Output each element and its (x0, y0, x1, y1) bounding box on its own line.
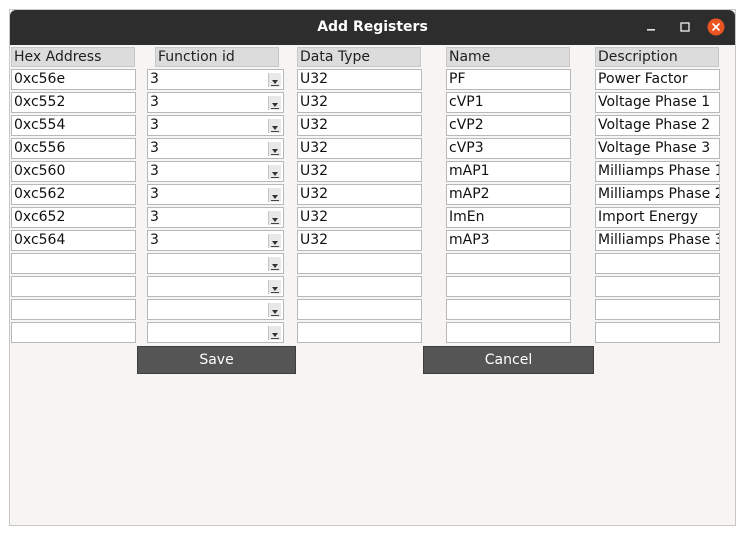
chevron-down-icon[interactable] (268, 234, 281, 248)
chevron-down-icon[interactable] (268, 303, 281, 317)
add-registers-window: Add Registers Hex Address Function id Da… (9, 9, 736, 526)
header-function-id: Function id (155, 47, 279, 67)
name-field[interactable]: mAP3 (446, 230, 571, 251)
data-type-field[interactable]: U32 (297, 230, 422, 251)
hex-address-field[interactable] (11, 299, 136, 320)
function-id-value: 3 (150, 71, 159, 87)
name-field[interactable]: PF (446, 69, 571, 90)
function-id-select[interactable]: 3 (147, 161, 284, 182)
chevron-down-icon[interactable] (268, 326, 281, 340)
data-type-field[interactable]: U32 (297, 69, 422, 90)
chevron-down-icon[interactable] (268, 188, 281, 202)
description-field[interactable]: Voltage Phase 3 (595, 138, 720, 159)
function-id-value: 3 (150, 232, 159, 248)
chevron-down-icon[interactable] (268, 165, 281, 179)
hex-address-field[interactable] (11, 253, 136, 274)
data-type-field[interactable]: U32 (297, 207, 422, 228)
description-field[interactable] (595, 276, 720, 297)
function-id-value: 3 (150, 209, 159, 225)
hex-address-field[interactable]: 0xc552 (11, 92, 136, 113)
data-type-field[interactable]: U32 (297, 115, 422, 136)
name-field[interactable] (446, 276, 571, 297)
chevron-down-icon[interactable] (268, 142, 281, 156)
name-field[interactable]: ImEn (446, 207, 571, 228)
hex-address-field[interactable] (11, 276, 136, 297)
description-field[interactable] (595, 322, 720, 343)
chevron-down-icon[interactable] (268, 211, 281, 225)
description-field[interactable] (595, 253, 720, 274)
data-type-field[interactable] (297, 276, 422, 297)
header-name: Name (446, 47, 570, 67)
function-id-value: 3 (150, 94, 159, 110)
data-type-field[interactable]: U32 (297, 184, 422, 205)
name-field[interactable]: mAP1 (446, 161, 571, 182)
function-id-select[interactable]: 3 (147, 69, 284, 90)
title-bar[interactable]: Add Registers (10, 10, 735, 45)
name-field[interactable] (446, 253, 571, 274)
name-field[interactable] (446, 322, 571, 343)
function-id-select[interactable]: 3 (147, 138, 284, 159)
function-id-value: 3 (150, 186, 159, 202)
hex-address-field[interactable]: 0xc56e (11, 69, 136, 90)
chevron-down-icon[interactable] (268, 96, 281, 110)
chevron-down-icon[interactable] (268, 280, 281, 294)
description-field[interactable]: Milliamps Phase 3 (595, 230, 720, 251)
function-id-value: 3 (150, 117, 159, 133)
description-field[interactable]: Voltage Phase 1 (595, 92, 720, 113)
chevron-down-icon[interactable] (268, 119, 281, 133)
chevron-down-icon[interactable] (268, 73, 281, 87)
function-id-value: 3 (150, 140, 159, 156)
window-title: Add Registers (317, 19, 428, 35)
function-id-select[interactable] (147, 322, 284, 343)
minimize-icon[interactable] (642, 18, 660, 36)
description-field[interactable]: Voltage Phase 2 (595, 115, 720, 136)
function-id-select[interactable]: 3 (147, 207, 284, 228)
hex-address-field[interactable]: 0xc556 (11, 138, 136, 159)
function-id-select[interactable]: 3 (147, 184, 284, 205)
data-type-field[interactable] (297, 253, 422, 274)
hex-address-field[interactable]: 0xc560 (11, 161, 136, 182)
name-field[interactable] (446, 299, 571, 320)
function-id-value: 3 (150, 163, 159, 179)
description-field[interactable]: Milliamps Phase 1 (595, 161, 720, 182)
name-field[interactable]: cVP1 (446, 92, 571, 113)
function-id-select[interactable]: 3 (147, 92, 284, 113)
close-icon[interactable] (707, 18, 725, 36)
header-description: Description (595, 47, 719, 67)
data-type-field[interactable] (297, 322, 422, 343)
hex-address-field[interactable]: 0xc562 (11, 184, 136, 205)
function-id-select[interactable] (147, 276, 284, 297)
description-field[interactable]: Power Factor (595, 69, 720, 90)
data-type-field[interactable]: U32 (297, 161, 422, 182)
hex-address-field[interactable]: 0xc564 (11, 230, 136, 251)
maximize-icon[interactable] (676, 18, 694, 36)
header-data-type: Data Type (297, 47, 421, 67)
header-hex-address: Hex Address (11, 47, 135, 67)
function-id-select[interactable]: 3 (147, 115, 284, 136)
description-field[interactable]: Milliamps Phase 2 (595, 184, 720, 205)
name-field[interactable]: cVP3 (446, 138, 571, 159)
cancel-button[interactable]: Cancel (423, 346, 594, 374)
description-field[interactable]: Import Energy (595, 207, 720, 228)
data-type-field[interactable] (297, 299, 422, 320)
data-type-field[interactable]: U32 (297, 92, 422, 113)
hex-address-field[interactable]: 0xc554 (11, 115, 136, 136)
save-button[interactable]: Save (137, 346, 296, 374)
name-field[interactable]: cVP2 (446, 115, 571, 136)
data-type-field[interactable]: U32 (297, 138, 422, 159)
hex-address-field[interactable]: 0xc652 (11, 207, 136, 228)
function-id-select[interactable] (147, 253, 284, 274)
name-field[interactable]: mAP2 (446, 184, 571, 205)
function-id-select[interactable] (147, 299, 284, 320)
hex-address-field[interactable] (11, 322, 136, 343)
chevron-down-icon[interactable] (268, 257, 281, 271)
function-id-select[interactable]: 3 (147, 230, 284, 251)
description-field[interactable] (595, 299, 720, 320)
